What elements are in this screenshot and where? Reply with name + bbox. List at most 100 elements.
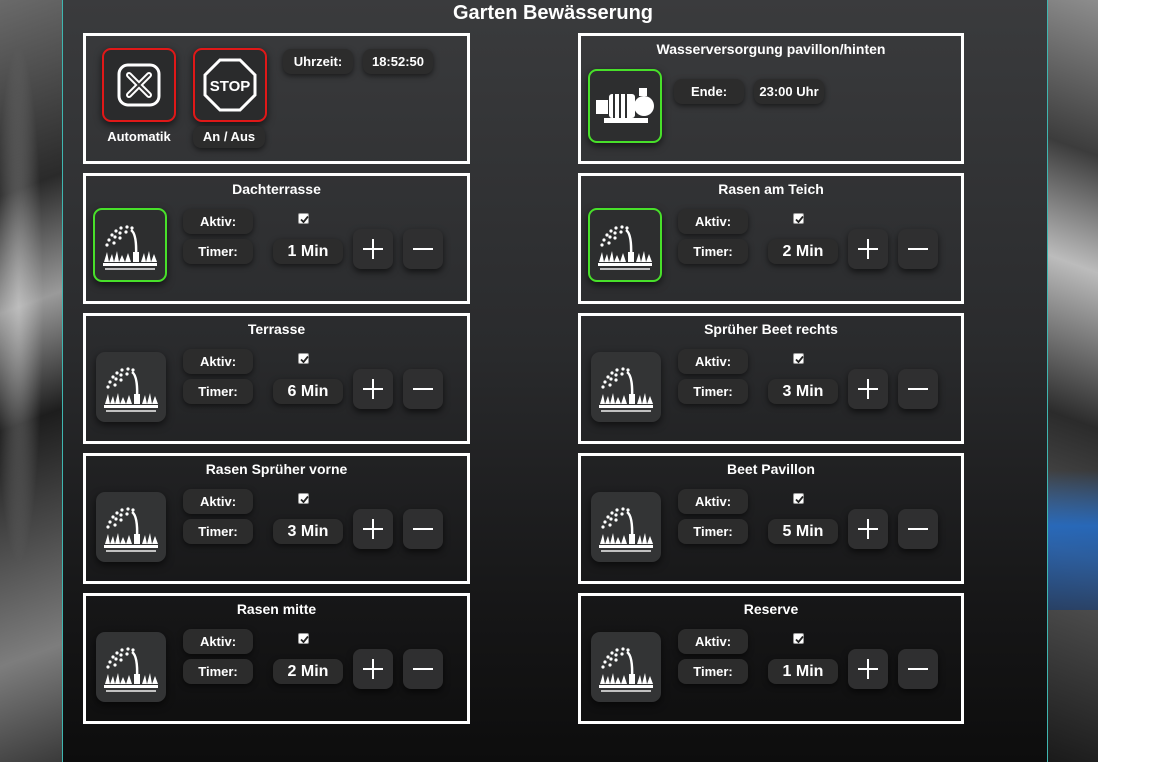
zone-card: Rasen am Teich Aktiv: Timer: 2 Min xyxy=(578,173,964,304)
timer-value: 2 Min xyxy=(768,239,838,264)
uhrzeit-value: 18:52:50 xyxy=(363,49,433,74)
timer-minus-button[interactable] xyxy=(403,649,443,689)
sprinkler-icon xyxy=(599,507,653,552)
plus-icon xyxy=(363,519,383,539)
plus-icon xyxy=(363,379,383,399)
timer-minus-button[interactable] xyxy=(898,369,938,409)
aktiv-checkbox[interactable] xyxy=(793,493,804,504)
control-card: Automatik STOP An / Aus Uhrzeit: 18:52:5… xyxy=(83,33,470,164)
timer-value: 1 Min xyxy=(768,659,838,684)
timer-label: Timer: xyxy=(183,659,253,684)
timer-plus-button[interactable] xyxy=(848,649,888,689)
aktiv-label: Aktiv: xyxy=(678,349,748,374)
timer-value: 2 Min xyxy=(273,659,343,684)
ende-label: Ende: xyxy=(674,79,744,104)
zone-title: Rasen am Teich xyxy=(718,181,824,197)
aktiv-checkbox[interactable] xyxy=(793,353,804,364)
plus-icon xyxy=(858,379,878,399)
background-photo-left xyxy=(0,0,62,762)
timer-value: 3 Min xyxy=(273,519,343,544)
automatik-label: Automatik xyxy=(107,129,171,144)
zone-valve-button[interactable] xyxy=(93,208,167,282)
water-pump-icon xyxy=(596,88,654,123)
timer-label: Timer: xyxy=(678,519,748,544)
zone-title: Rasen Sprüher vorne xyxy=(205,461,348,477)
timer-label: Timer: xyxy=(183,379,253,404)
minus-icon xyxy=(908,388,928,390)
zone-valve-button[interactable] xyxy=(591,492,661,562)
zone-valve-button[interactable] xyxy=(96,352,166,422)
zone-valve-button[interactable] xyxy=(96,492,166,562)
aktiv-checkbox[interactable] xyxy=(298,493,309,504)
aktiv-checkbox[interactable] xyxy=(298,213,309,224)
an-aus-button[interactable]: STOP xyxy=(193,48,267,122)
zone-card: Beet Pavillon Aktiv: Timer: 5 Min xyxy=(578,453,964,584)
zone-card: Sprüher Beet rechts Aktiv: Timer: 3 Min xyxy=(578,313,964,444)
zone-valve-button[interactable] xyxy=(588,208,662,282)
timer-value: 6 Min xyxy=(273,379,343,404)
timer-plus-button[interactable] xyxy=(848,369,888,409)
timer-label: Timer: xyxy=(678,239,748,264)
timer-value: 5 Min xyxy=(768,519,838,544)
timer-plus-button[interactable] xyxy=(353,649,393,689)
wasserversorgung-title: Wasserversorgung pavillon/hinten xyxy=(656,41,886,57)
ende-value: 23:00 Uhr xyxy=(754,79,824,104)
zone-card: Rasen Sprüher vorne Aktiv: Timer: 3 Min xyxy=(83,453,470,584)
zone-card: Rasen mitte Aktiv: Timer: 2 Min xyxy=(83,593,470,724)
timer-plus-button[interactable] xyxy=(848,229,888,269)
aktiv-checkbox[interactable] xyxy=(793,633,804,644)
an-aus-label: An / Aus xyxy=(193,126,265,148)
zone-title: Sprüher Beet rechts xyxy=(704,321,838,337)
plus-icon xyxy=(363,659,383,679)
minus-icon xyxy=(413,388,433,390)
minus-icon xyxy=(413,668,433,670)
timer-plus-button[interactable] xyxy=(353,509,393,549)
minus-icon xyxy=(908,528,928,530)
timer-plus-button[interactable] xyxy=(353,369,393,409)
zone-title: Beet Pavillon xyxy=(727,461,815,477)
viewport: Garten Bewässerung Automatik STOP An / A… xyxy=(0,0,1152,762)
zone-valve-button[interactable] xyxy=(96,632,166,702)
aktiv-label: Aktiv: xyxy=(678,489,748,514)
uhrzeit-label: Uhrzeit: xyxy=(283,49,353,74)
sprinkler-icon xyxy=(104,367,158,412)
zone-title: Dachterrasse xyxy=(232,181,321,197)
aktiv-checkbox[interactable] xyxy=(298,633,309,644)
zone-title: Rasen mitte xyxy=(236,601,317,617)
zone-valve-button[interactable] xyxy=(591,352,661,422)
pump-button[interactable] xyxy=(588,69,662,143)
aktiv-checkbox[interactable] xyxy=(793,213,804,224)
aktiv-checkbox[interactable] xyxy=(298,353,309,364)
minus-icon xyxy=(908,248,928,250)
zone-valve-button[interactable] xyxy=(591,632,661,702)
aktiv-label: Aktiv: xyxy=(183,489,253,514)
timer-minus-button[interactable] xyxy=(403,229,443,269)
minus-icon xyxy=(908,668,928,670)
timer-plus-button[interactable] xyxy=(353,229,393,269)
zone-card: Reserve Aktiv: Timer: 1 Min xyxy=(578,593,964,724)
minus-icon xyxy=(413,528,433,530)
aktiv-label: Aktiv: xyxy=(183,349,253,374)
automatik-button[interactable] xyxy=(102,48,176,122)
zone-title: Reserve xyxy=(743,601,799,617)
timer-minus-button[interactable] xyxy=(898,649,938,689)
close-x-icon xyxy=(117,63,161,107)
zone-card: Dachterrasse Aktiv: Timer: 1 Min xyxy=(83,173,470,304)
timer-minus-button[interactable] xyxy=(898,229,938,269)
timer-plus-button[interactable] xyxy=(848,509,888,549)
timer-minus-button[interactable] xyxy=(898,509,938,549)
plus-icon xyxy=(858,519,878,539)
zone-card: Terrasse Aktiv: Timer: 6 Min xyxy=(83,313,470,444)
aktiv-label: Aktiv: xyxy=(678,629,748,654)
aktiv-label: Aktiv: xyxy=(678,209,748,234)
timer-label: Timer: xyxy=(678,659,748,684)
minus-icon xyxy=(413,248,433,250)
plus-icon xyxy=(363,239,383,259)
timer-label: Timer: xyxy=(183,239,253,264)
aktiv-label: Aktiv: xyxy=(183,209,253,234)
timer-minus-button[interactable] xyxy=(403,509,443,549)
timer-minus-button[interactable] xyxy=(403,369,443,409)
background-photo-right xyxy=(1048,0,1098,762)
timer-value: 3 Min xyxy=(768,379,838,404)
stop-sign-icon: STOP xyxy=(203,58,257,112)
